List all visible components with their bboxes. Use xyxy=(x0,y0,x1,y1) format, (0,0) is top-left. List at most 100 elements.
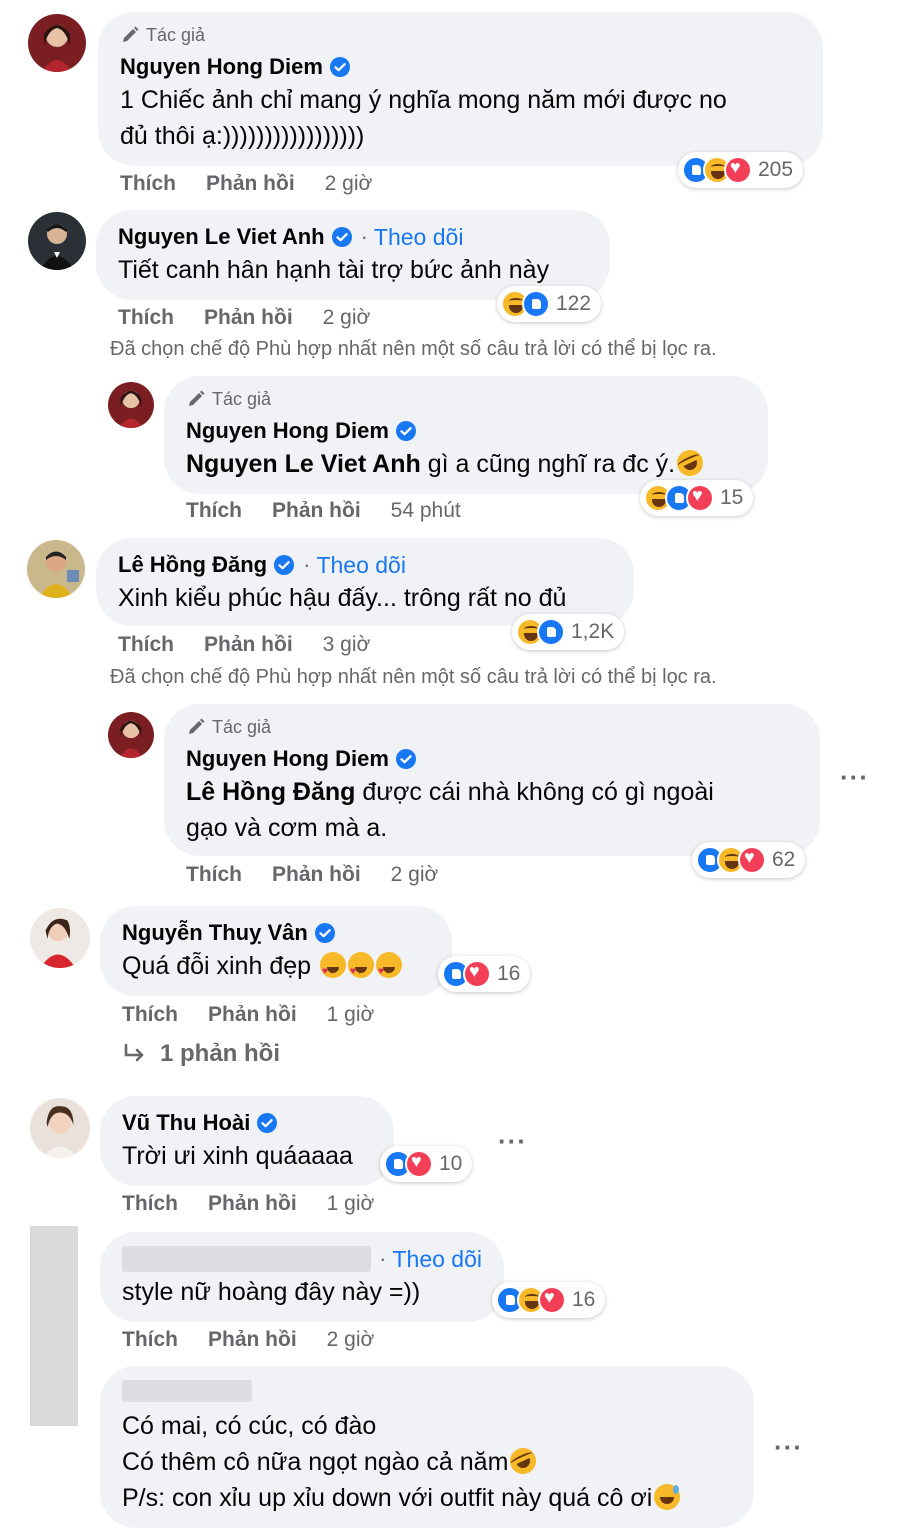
commenter-name[interactable]: Nguyen Hong Diem xyxy=(120,54,323,80)
author-tag-label: Tác giả xyxy=(212,716,272,737)
timestamp[interactable]: 2 giờ xyxy=(323,306,371,330)
pencil-icon xyxy=(186,389,206,409)
comment-bubble: Tác giả Nguyen Hong Diem 1 Chiếc ảnh chỉ… xyxy=(98,12,823,166)
avatar[interactable] xyxy=(108,712,154,758)
reaction-summary[interactable]: 16 xyxy=(492,1282,606,1318)
follow-button[interactable]: Theo dõi xyxy=(374,224,464,251)
verified-badge-icon xyxy=(331,226,353,248)
reaction-summary[interactable]: 205 xyxy=(678,152,804,188)
commenter-name[interactable]: Nguyễn Thuỵ Vân xyxy=(122,920,308,946)
comment-text: Lê Hồng Đăng được cái nhà không có gì ng… xyxy=(186,778,714,842)
like-button[interactable]: Thích xyxy=(186,863,242,887)
timestamp[interactable]: 1 giờ xyxy=(327,1003,375,1027)
reaction-summary[interactable]: 10 xyxy=(380,1146,473,1182)
love-reaction-icon xyxy=(686,484,714,512)
comment-actions: Thích Phản hồi 1 giờ xyxy=(122,1192,374,1216)
reply-button[interactable]: Phản hồi xyxy=(272,499,361,523)
avatar[interactable] xyxy=(28,212,86,270)
love-reaction-icon xyxy=(538,1286,566,1314)
love-reaction-icon xyxy=(463,960,491,988)
timestamp[interactable]: 2 giờ xyxy=(325,172,373,196)
avatar[interactable] xyxy=(108,382,154,428)
reply-button[interactable]: Phản hồi xyxy=(208,1003,297,1027)
like-button[interactable]: Thích xyxy=(118,306,174,330)
author-tag: Tác giả xyxy=(186,716,798,738)
verified-badge-icon xyxy=(314,922,336,944)
heart-eyes-icon xyxy=(375,952,402,990)
comment-actions: Thích Phản hồi 2 giờ xyxy=(122,1328,374,1352)
timestamp[interactable]: 2 giờ xyxy=(327,1328,375,1352)
like-button[interactable]: Thích xyxy=(122,1192,178,1216)
view-replies-link[interactable]: 1 phản hồi xyxy=(122,1040,280,1068)
reaction-count: 15 xyxy=(720,486,744,509)
comment-text: Tiết canh hân hạnh tài trợ bức ảnh này xyxy=(118,256,550,284)
reply-button[interactable]: Phản hồi xyxy=(272,863,361,887)
reply-button[interactable]: Phản hồi xyxy=(204,633,293,657)
timestamp[interactable]: 2 giờ xyxy=(391,863,439,887)
follow-button[interactable]: Theo dõi xyxy=(316,552,406,579)
comment: · Theo dõi style nữ hoàng đây này =)) 16… xyxy=(0,1226,900,1426)
sweat-smile-icon xyxy=(654,1484,681,1510)
reaction-count: 62 xyxy=(772,848,796,871)
avatar[interactable] xyxy=(27,540,85,598)
comment-text: Trời ưi xinh quáaaaa xyxy=(122,1142,353,1170)
like-button[interactable]: Thích xyxy=(118,633,174,657)
reaction-summary[interactable]: 122 xyxy=(497,286,602,322)
like-button[interactable]: Thích xyxy=(186,499,242,523)
author-tag: Tác giả xyxy=(186,388,746,410)
commenter-name[interactable]: Nguyen Le Viet Anh xyxy=(118,224,325,250)
like-button[interactable]: Thích xyxy=(122,1328,178,1352)
comment: Nguyễn Thuỵ Vân Quá đỗi xinh đẹp 16 Thíc… xyxy=(0,890,900,1086)
comment-text: Có mai, có cúc, có đào Có thêm cô nữa ng… xyxy=(122,1408,732,1516)
more-options-icon[interactable]: ··· xyxy=(774,1432,803,1463)
comment-actions: Thích Phản hồi 2 giờ xyxy=(186,863,438,887)
pencil-icon xyxy=(120,25,140,45)
verified-badge-icon xyxy=(395,420,417,442)
timestamp[interactable]: 1 giờ xyxy=(327,1192,375,1216)
comment-bubble: Lê Hồng Đăng · Theo dõi Xinh kiểu phúc h… xyxy=(96,538,634,626)
mention-link[interactable]: Lê Hồng Đăng xyxy=(186,778,355,806)
rofl-icon xyxy=(506,1443,541,1479)
reaction-summary[interactable]: 62 xyxy=(692,842,806,878)
reaction-summary[interactable]: 16 xyxy=(438,956,531,992)
avatar[interactable] xyxy=(30,908,90,968)
comment: Nguyen Le Viet Anh · Theo dõi Tiết canh … xyxy=(0,200,900,370)
timestamp[interactable]: 3 giờ xyxy=(323,633,371,657)
verified-badge-icon xyxy=(395,748,417,770)
reply-comment: Tác giả Nguyen Hong Diem Lê Hồng Đăng đư… xyxy=(0,700,900,890)
comment-text: style nữ hoàng đây này =)) xyxy=(122,1278,421,1306)
love-reaction-icon xyxy=(738,846,766,874)
reaction-count: 16 xyxy=(497,962,521,985)
reaction-summary[interactable]: 1,2K xyxy=(512,614,625,650)
avatar[interactable] xyxy=(28,14,86,72)
reply-button[interactable]: Phản hồi xyxy=(206,172,295,196)
timestamp[interactable]: 54 phút xyxy=(391,499,461,523)
commenter-name[interactable]: Vũ Thu Hoài xyxy=(122,1110,250,1136)
comment-bubble: Tác giả Nguyen Hong Diem Lê Hồng Đăng đư… xyxy=(164,704,820,856)
more-options-icon[interactable]: ··· xyxy=(498,1126,527,1157)
reaction-summary[interactable]: 15 xyxy=(640,480,754,516)
verified-badge-icon xyxy=(273,554,295,576)
more-options-icon[interactable]: ··· xyxy=(840,762,869,793)
reply-button[interactable]: Phản hồi xyxy=(208,1328,297,1352)
author-tag-label: Tác giả xyxy=(212,388,272,409)
comment-text: Xinh kiểu phúc hậu đấy... trông rất no đ… xyxy=(118,584,567,612)
verified-badge-icon xyxy=(256,1112,278,1134)
reply-button[interactable]: Phản hồi xyxy=(208,1192,297,1216)
comment-actions: Thích Phản hồi 54 phút xyxy=(186,499,461,523)
mention-link[interactable]: Nguyen Le Viet Anh xyxy=(186,450,421,478)
follow-button[interactable]: Theo dõi xyxy=(392,1246,482,1273)
comment-bubble: Tác giả Nguyen Hong Diem Nguyen Le Viet … xyxy=(164,376,768,494)
like-button[interactable]: Thích xyxy=(120,172,176,196)
like-button[interactable]: Thích xyxy=(122,1003,178,1027)
commenter-name[interactable]: Lê Hồng Đăng xyxy=(118,552,267,578)
redacted-name xyxy=(122,1380,252,1402)
commenter-name[interactable]: Nguyen Hong Diem xyxy=(186,418,389,444)
comment: Lê Hồng Đăng · Theo dõi Xinh kiểu phúc h… xyxy=(0,530,900,700)
commenter-name[interactable]: Nguyen Hong Diem xyxy=(186,746,389,772)
comment-bubble: · Theo dõi style nữ hoàng đây này =)) xyxy=(100,1232,504,1322)
comment: Tác giả Nguyen Hong Diem 1 Chiếc ảnh chỉ… xyxy=(0,0,900,200)
heart-eyes-icon xyxy=(319,952,346,990)
avatar[interactable] xyxy=(30,1098,90,1158)
reply-button[interactable]: Phản hồi xyxy=(204,306,293,330)
